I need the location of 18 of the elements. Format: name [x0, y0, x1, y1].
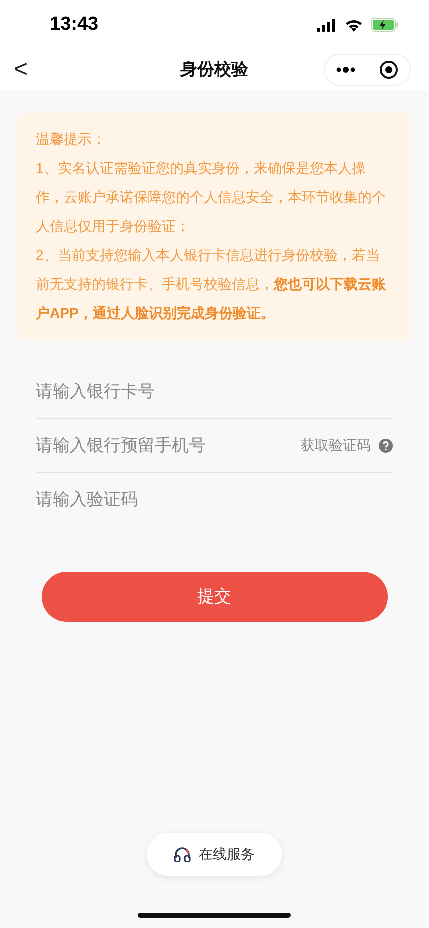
input-field[interactable]: 请输入验证码 — [36, 487, 393, 513]
notice-text: 1、实名认证需验证您的真实身份，来确保是您本人操作，云账户承诺保障您的个人信息安全，本环节收集的个人信息仅用于身份验证； — [36, 159, 387, 236]
online-service-button[interactable]: 在线服务 — [147, 833, 282, 876]
notice-text: 2、当前支持您输入本人银行卡信息进行身份校验，若当前无支持的银行卡、手机号校验信息，您也可以下载云账户APP，通过人脸识别完成身份验证。 — [36, 246, 387, 323]
notice-heading: 温馨提示： — [36, 130, 107, 149]
page-title: 身份校验 — [180, 59, 248, 82]
signal-icon — [317, 18, 337, 32]
close-icon[interactable] — [378, 60, 399, 80]
input-field[interactable]: 请输入银行预留手机号 — [36, 432, 301, 458]
status-time: 13:43 — [50, 12, 99, 37]
back-button[interactable]: < — [14, 58, 28, 82]
more-icon[interactable] — [336, 67, 356, 73]
input-field[interactable]: 请输入银行卡号 — [36, 378, 393, 404]
submit-button[interactable]: 提交 — [42, 572, 388, 622]
wifi-icon — [345, 18, 363, 32]
help-icon[interactable] — [379, 438, 393, 452]
battery-icon — [371, 18, 399, 32]
headset-icon — [174, 847, 191, 862]
